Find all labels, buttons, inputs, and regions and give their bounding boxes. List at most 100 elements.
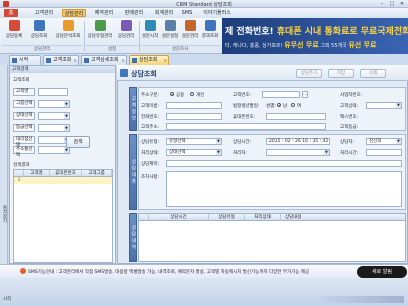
consult-manage-icon [120, 20, 132, 31]
address-field[interactable] [166, 123, 326, 130]
address-type-private-radio[interactable] [190, 92, 194, 96]
col-mobile[interactable]: 휴대폰번호 [50, 170, 82, 177]
customer-search-panel: 고객검색 고객조회 고객명 그룹선택 ▼ 상태선택 ▼ 등급선택 ▼ 대리점선택… [9, 65, 116, 264]
close-icon[interactable]: ✕ [122, 56, 125, 65]
col-consult-content[interactable]: 상담내용 [281, 214, 405, 221]
customer-no-input[interactable] [262, 91, 300, 98]
handler-select[interactable]: ▼ [266, 149, 330, 156]
menu-customer[interactable]: 고객관리 [32, 9, 56, 17]
menu-accounting[interactable]: 회계관리 [152, 9, 176, 17]
tab-customer-search[interactable]: 고객조회 ✕ [43, 55, 79, 65]
consult-subject-input[interactable] [166, 160, 402, 167]
notice-text: SMS기능안내 : 고객관리에서 직접 SMS발송, 대용량 엑셀발송 가능, … [28, 270, 310, 275]
close-icon[interactable]: ✕ [164, 56, 167, 65]
result-search-button[interactable]: 결과조회 [200, 20, 220, 44]
add-consult-button[interactable]: 상담추가 [296, 69, 322, 78]
mobile-field[interactable] [266, 113, 326, 120]
notification-badge[interactable]: 새로 알림 [357, 266, 407, 278]
filter-agency: 대리점선택 ▼ [13, 136, 113, 148]
col-consult-time[interactable]: 상담시간 [149, 214, 209, 221]
ad-banner[interactable]: 제 전화번호! 휴대폰 시내 통화료로 무료국제전화 타, 캐나다, 홍콩, 싱… [222, 18, 408, 54]
panel-subheader: 고객조회 [13, 78, 30, 83]
consult-register-button[interactable]: 상담등록 [2, 20, 26, 44]
ad-headline: 제 전화번호! 휴대폰 시내 통화료로 무료국제전화 [225, 27, 408, 37]
customer-status-select[interactable]: ▼ [366, 102, 402, 109]
col-customer-name[interactable]: 고객명 [24, 170, 50, 177]
consultant-select[interactable]: 김선희 ▼ [366, 138, 402, 145]
notice-icon [20, 268, 26, 274]
result-search-icon [204, 20, 216, 31]
chevron-down-icon: ▼ [324, 150, 329, 155]
filter-customer-name: 고객명 [13, 88, 113, 96]
consult-time-input[interactable]: 2015 - 02 - 26 16 : 35 : 42 [266, 138, 330, 145]
chevron-down-icon: ▼ [64, 125, 69, 131]
consult-type-manage-button[interactable]: 상담유형관리 [86, 20, 114, 44]
results-header: 검색결과 [13, 163, 30, 168]
tab-page-icon [84, 58, 89, 63]
col-consult-type[interactable]: 상담유형 [209, 214, 245, 221]
maximize-button[interactable]: □ [388, 1, 396, 7]
ad-subline: 타, 캐나다, 홍콩, 싱가포르! 유무선 무료 그외 55개국 유선 무료 [225, 41, 377, 49]
menu-story-plus[interactable]: 이야기플러스 [200, 9, 234, 17]
grid-header: 상담시간 상담유형 처리상태 상담내용 [139, 214, 405, 221]
lookup-button[interactable]: … [302, 91, 308, 98]
table-row[interactable]: 1 [14, 177, 112, 184]
menu-sales[interactable]: 판매관리 [122, 9, 146, 17]
page-title: 상담조회 [131, 70, 157, 78]
title-bar: CRM Standard 상담조회 – □ ✕ [0, 0, 408, 8]
consult-type-select[interactable]: 유형선택 ▼ [166, 138, 222, 145]
home-icon [12, 58, 17, 63]
ribbon-group-label: 상담관리 [2, 45, 82, 52]
save-button[interactable]: 저장 [328, 69, 354, 78]
tab-start[interactable]: 시작 [9, 55, 41, 65]
grid-header: 고객명 휴대폰번호 고객그룹 [14, 170, 112, 177]
menu-consult[interactable]: 상담관리 [62, 9, 86, 17]
panel-header: 고객검색 [10, 66, 115, 73]
tab-consult-search[interactable]: 상담조회 ✕ [129, 55, 169, 65]
status-select[interactable]: 상태선택 ▼ [166, 149, 222, 156]
favorites-sidebar[interactable]: 즐겨찾기 [0, 65, 8, 264]
filter-address: 주소통선택 ▼ [13, 146, 113, 158]
gender-female-radio[interactable] [291, 103, 295, 107]
grade-select[interactable]: ▼ [38, 124, 70, 132]
handled-time-input[interactable] [366, 149, 402, 156]
customer-section-label: 고객정보 [129, 87, 137, 131]
consult-analysis-button[interactable]: 상담분석조회 [54, 20, 82, 44]
consult-manage-button[interactable]: 상담관리 [115, 20, 137, 44]
results-grid[interactable]: 고객명 휴대폰번호 고객그룹 1 [13, 169, 113, 263]
survey-manage-button[interactable]: 설문관리 [180, 20, 200, 44]
consult-memo-textarea[interactable] [166, 171, 402, 207]
close-button[interactable]: ✕ [398, 1, 406, 7]
tab-customer-detail[interactable]: 고객상세조회 ✕ [81, 55, 127, 65]
ribbon-group-label: 설문조사 [140, 45, 220, 52]
menu-bar: 홈 고객관리 상담관리 예약관리 판매관리 회계관리 SMS 이야기플러스 [0, 8, 408, 18]
consult-search-button[interactable]: 상담조회 [27, 20, 51, 44]
col-customer-group[interactable]: 고객그룹 [82, 170, 112, 177]
view-header: 상담조회 상담추가 저장 삭제 [117, 65, 408, 81]
menu-sms[interactable]: SMS [180, 9, 194, 17]
col-process-status[interactable]: 처리상태 [245, 214, 281, 221]
consult-analysis-icon [62, 20, 74, 31]
address-select[interactable]: ▼ [38, 146, 70, 154]
menu-reservation[interactable]: 예약관리 [92, 9, 116, 17]
survey-manage-icon [184, 20, 196, 31]
survey-start-button[interactable]: 설문시작 [140, 20, 160, 44]
chevron-down-icon: ▼ [64, 113, 69, 119]
status-select[interactable]: ▼ [38, 112, 70, 120]
survey-start-icon [144, 20, 156, 31]
chevron-down-icon: ▼ [216, 150, 221, 155]
phone-field[interactable] [166, 113, 222, 120]
close-icon[interactable]: ✕ [74, 56, 77, 65]
group-select[interactable]: ▼ [38, 100, 70, 108]
chevron-down-icon: ▼ [216, 139, 221, 144]
customer-name-field[interactable] [166, 102, 222, 109]
customer-name-input[interactable] [38, 88, 68, 96]
gender-male-radio[interactable] [277, 103, 281, 107]
address-type-public-radio[interactable] [170, 92, 174, 96]
search-button[interactable]: 검색 [66, 136, 90, 148]
menu-home[interactable]: 홈 [4, 9, 18, 17]
delete-button[interactable]: 삭제 [360, 69, 386, 78]
minimize-button[interactable]: – [378, 1, 386, 7]
consult-history-grid[interactable]: 상담시간 상담유형 처리상태 상담내용 [138, 213, 406, 262]
survey-settings-button[interactable]: 설문설정 [160, 20, 180, 44]
